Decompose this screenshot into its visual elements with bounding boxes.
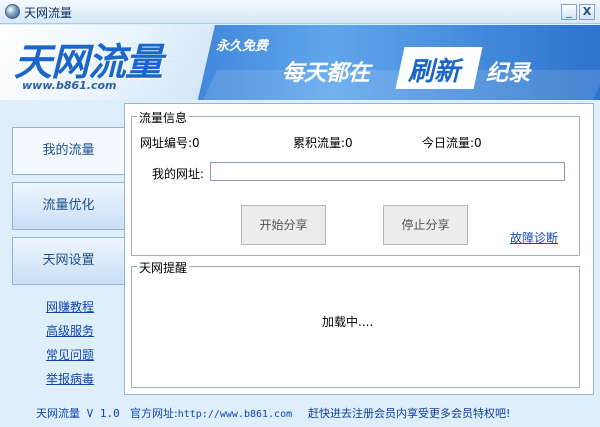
logo-url: www.b861.com <box>22 79 117 92</box>
traffic-info-legend: 流量信息 <box>137 109 190 126</box>
header-banner: 天网流量 www.b861.com 永久免费 每天都在 刷新 纪录 <box>0 25 600 100</box>
loading-text: 加载中.... <box>322 315 374 329</box>
window-title: 天网流量 <box>24 6 73 20</box>
nav-traffic-optimize[interactable]: 流量优化 <box>12 182 125 230</box>
slogan-end: 纪录 <box>486 61 531 86</box>
my-url-label: 我的网址: <box>152 167 205 181</box>
link-tutorial[interactable]: 网赚教程 <box>46 298 94 315</box>
site-id-stat: 网址编号:0 <box>140 136 200 150</box>
start-share-button[interactable]: 开始分享 <box>241 205 326 245</box>
app-globe-icon <box>5 4 20 19</box>
footer-promo[interactable]: 赶快进去注册会员内享受更多会员特权吧! <box>308 405 510 421</box>
stop-share-button[interactable]: 停止分享 <box>383 205 468 245</box>
footer-bar: 天网流量 V 1.0 官方网址:http://www.b861.com 赶快进去… <box>0 403 600 423</box>
nav-my-traffic[interactable]: 我的流量 <box>12 127 125 175</box>
nav-settings[interactable]: 天网设置 <box>12 237 125 285</box>
free-badge: 永久免费 <box>216 39 269 54</box>
my-url-input[interactable] <box>210 162 565 181</box>
slogan-highlight: 刷新 <box>408 57 461 87</box>
close-button[interactable]: X <box>579 4 595 20</box>
diagnose-link[interactable]: 故障诊断 <box>510 229 558 246</box>
total-traffic-stat: 累积流量:0 <box>293 136 353 150</box>
footer-version: 天网流量 V 1.0 <box>36 407 120 420</box>
link-faq[interactable]: 常见问题 <box>46 346 94 363</box>
today-traffic-stat: 今日流量:0 <box>422 136 482 150</box>
link-report-virus[interactable]: 举报病毒 <box>46 370 94 387</box>
title-bar: 天网流量 _ X <box>0 0 600 24</box>
footer-site-label: 官方网址: <box>130 407 178 420</box>
logo-text: 天网流量 <box>14 40 163 84</box>
minimize-button[interactable]: _ <box>561 4 577 20</box>
footer-site: 官方网址:http://www.b861.com <box>130 405 292 421</box>
footer-site-url[interactable]: http://www.b861.com <box>178 409 292 420</box>
reminder-legend: 天网提醒 <box>137 259 190 276</box>
link-advanced-service[interactable]: 高级服务 <box>46 322 94 339</box>
slogan-start: 每天都在 <box>282 61 371 86</box>
